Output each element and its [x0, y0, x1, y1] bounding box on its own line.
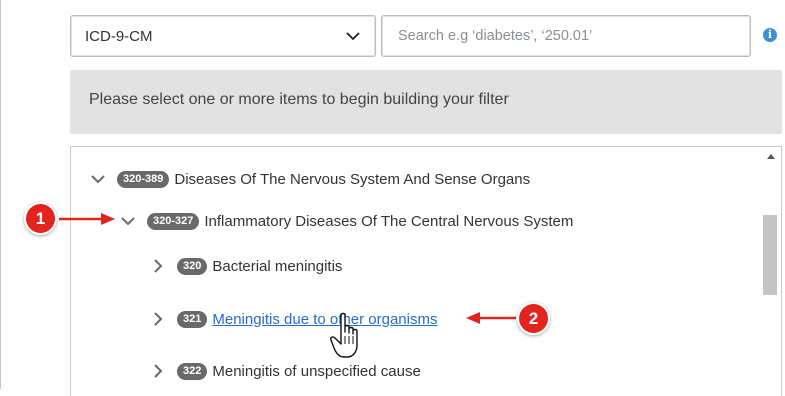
- callout-arrow-icon: [59, 213, 115, 225]
- chevron-right-icon[interactable]: [149, 362, 167, 380]
- left-border: [0, 0, 1, 389]
- tree-item-label[interactable]: Meningitis of unspecified cause: [212, 363, 420, 380]
- tree-item-label[interactable]: Inflammatory Diseases Of The Central Ner…: [204, 213, 573, 230]
- chevron-right-icon[interactable]: [149, 257, 167, 275]
- tree-row[interactable]: 321 Meningitis due to other organisms: [149, 307, 437, 331]
- code-badge: 321: [177, 310, 208, 328]
- tree-row[interactable]: 322 Meningitis of unspecified cause: [149, 359, 421, 383]
- hand-pointer-icon: [330, 312, 358, 358]
- chevron-down-icon[interactable]: [89, 170, 107, 188]
- tree-item-label[interactable]: Bacterial meningitis: [212, 258, 342, 275]
- code-badge: 322: [177, 362, 208, 380]
- tree-row[interactable]: 320 Bacterial meningitis: [149, 254, 342, 278]
- search-input[interactable]: [381, 15, 751, 57]
- scrollbar-thumb[interactable]: [763, 215, 777, 295]
- callout-badge: 2: [519, 304, 548, 333]
- tree-item-link[interactable]: Meningitis due to other organisms: [212, 311, 437, 328]
- scroll-up-arrow-icon[interactable]: [767, 154, 775, 159]
- chevron-down-icon[interactable]: [119, 212, 137, 230]
- code-badge: 320: [177, 257, 208, 275]
- callout-arrow-icon: [466, 312, 516, 324]
- code-badge: 320-327: [147, 212, 200, 230]
- code-system-value: ICD-9-CM: [85, 28, 153, 45]
- tree-item-label[interactable]: Diseases Of The Nervous System And Sense…: [174, 171, 530, 188]
- tree-row[interactable]: 320-389 Diseases Of The Nervous System A…: [89, 167, 530, 191]
- code-tree[interactable]: 320-389 Diseases Of The Nervous System A…: [70, 146, 782, 396]
- tree-row[interactable]: 320-327 Inflammatory Diseases Of The Cen…: [119, 209, 573, 233]
- callout-badge: 1: [26, 204, 55, 233]
- info-icon[interactable]: i: [763, 28, 777, 42]
- filter-banner: Please select one or more items to begin…: [70, 70, 782, 134]
- chevron-right-icon[interactable]: [149, 310, 167, 328]
- banner-text: Please select one or more items to begin…: [89, 91, 509, 108]
- code-badge: 320-389: [117, 170, 170, 188]
- code-system-select[interactable]: ICD-9-CM: [70, 15, 376, 57]
- chevron-down-icon: [346, 32, 360, 41]
